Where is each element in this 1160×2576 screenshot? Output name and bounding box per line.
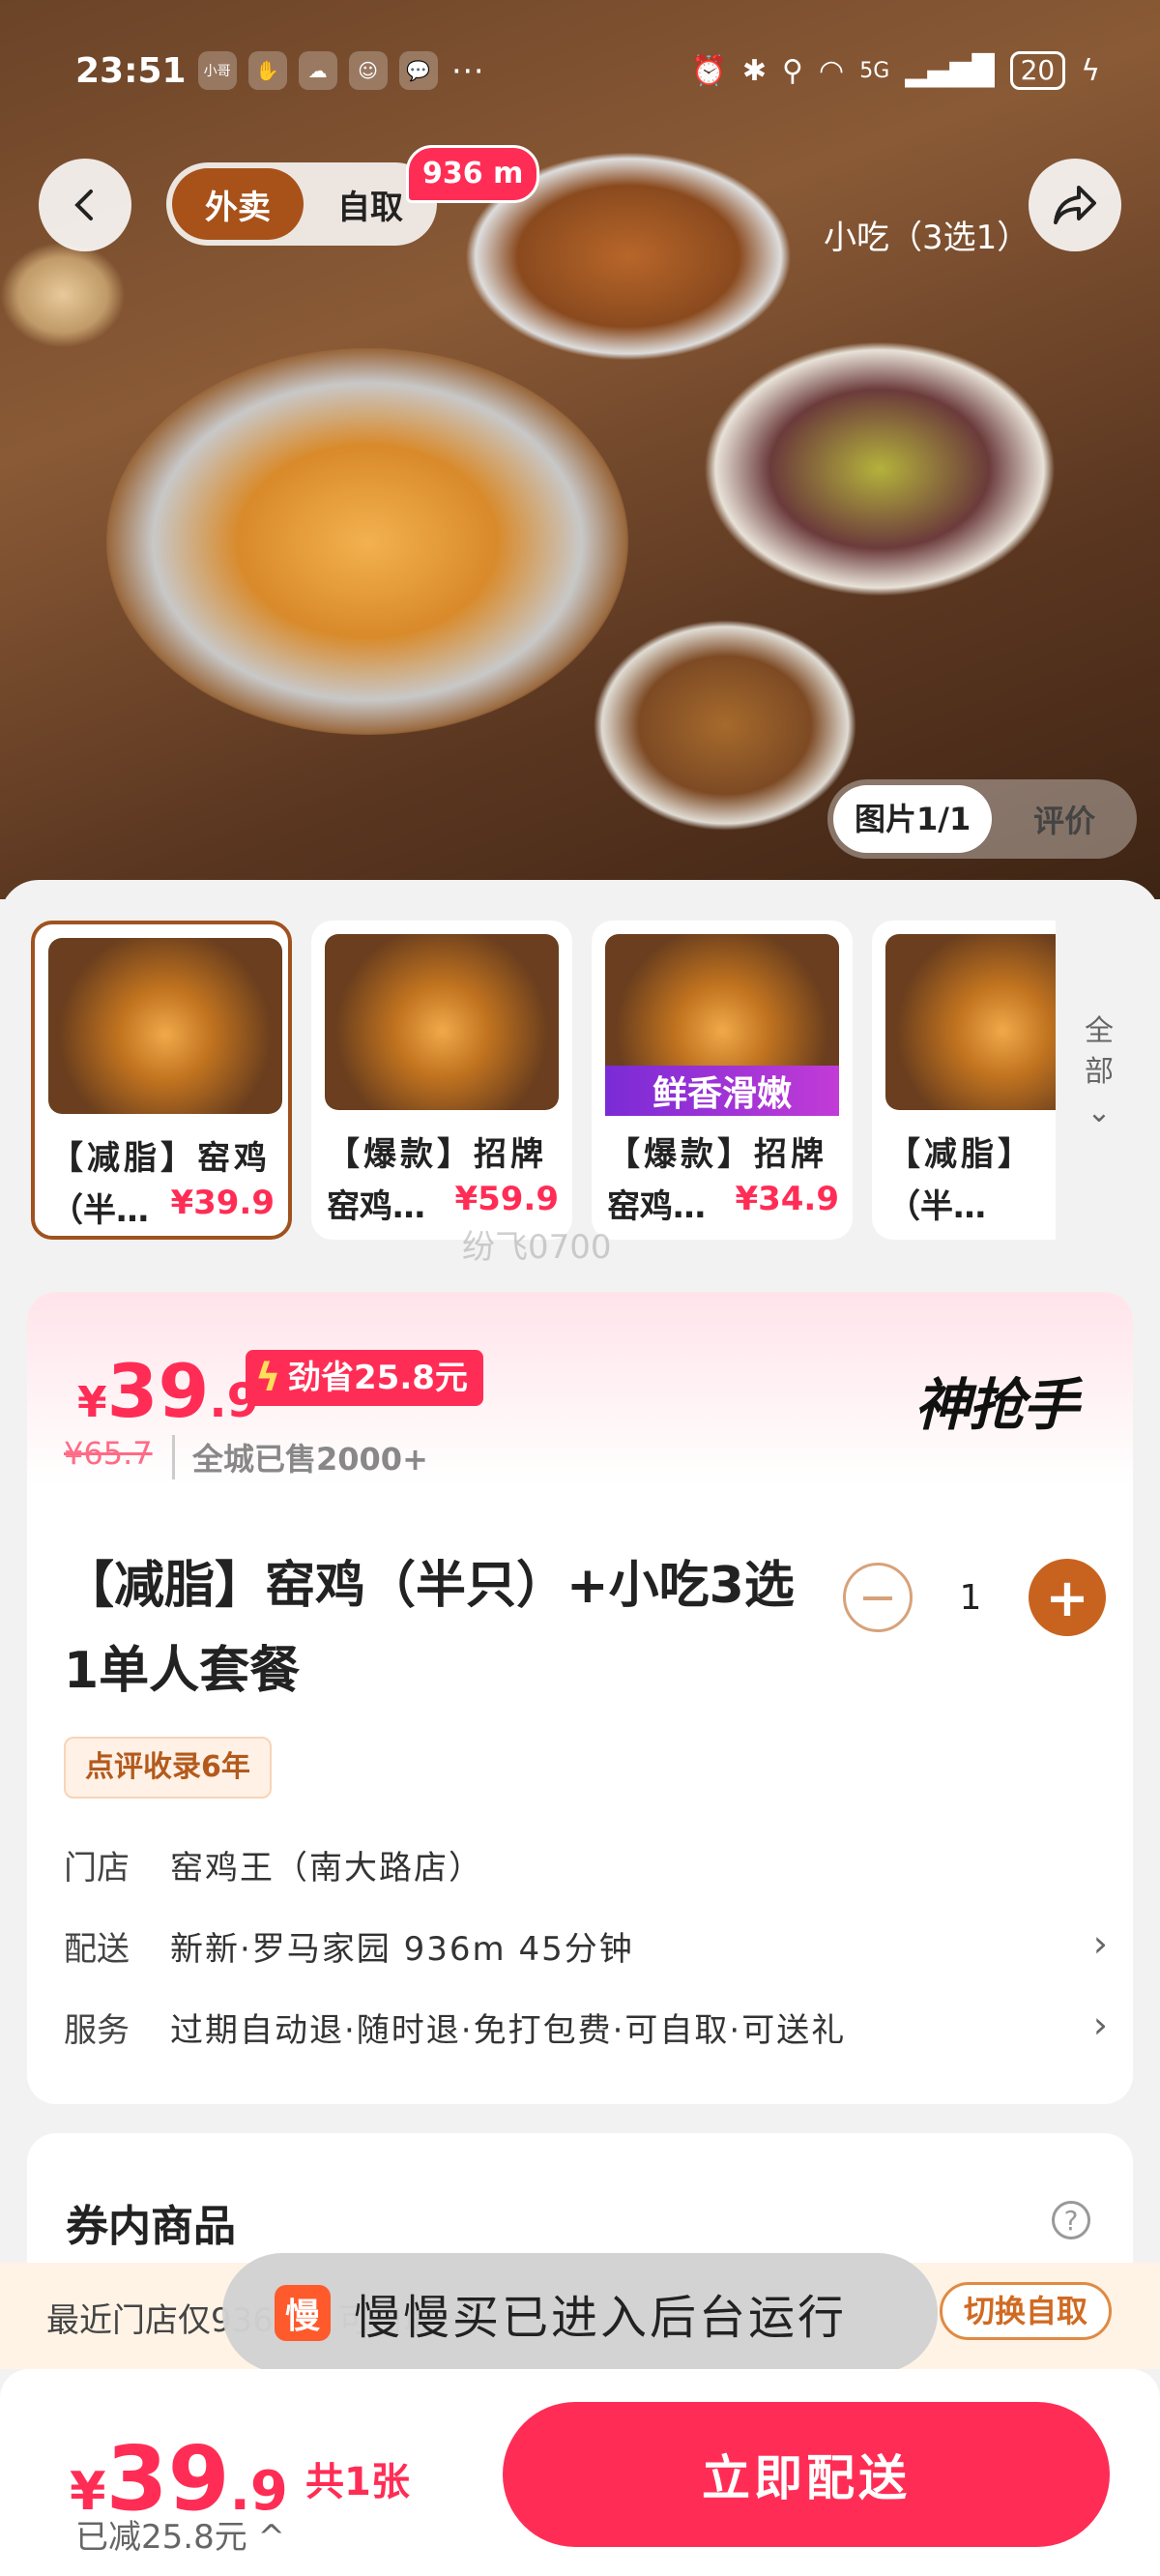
- more-notifications-icon: ⋯: [450, 51, 484, 90]
- store-label: 门店: [64, 1849, 130, 1888]
- toast-text: 慢慢买已进入后台运行: [354, 2291, 848, 2345]
- charging-icon: ϟ: [1081, 53, 1100, 88]
- wifi-icon: ◠: [819, 53, 845, 88]
- thumbnail-item[interactable]: 【减脂】 （半… ¥: [872, 921, 1056, 1240]
- delivery-label: 配送: [64, 1930, 130, 1969]
- thumbnail-subtitle: 窑鸡…: [327, 1187, 425, 1226]
- service-info: 过期自动退·随时退·免打包费·可自取·可送礼: [170, 2011, 847, 2050]
- show-all-button[interactable]: 全 部 ⌄: [1075, 1011, 1123, 1133]
- savings-tag: ϟ 劲省25.8元: [246, 1350, 483, 1406]
- thumbnail-item[interactable]: 【爆款】招牌 窑鸡… ¥59.9: [311, 921, 572, 1240]
- package-thumbnails: 【减脂】窑鸡 （半… ¥39.9 【爆款】招牌 窑鸡… ¥59.9 鲜香滑嫩 【…: [31, 921, 1056, 1249]
- store-name: 窑鸡王（南大路店）: [170, 1849, 483, 1888]
- voucher-count: 共1张: [305, 2460, 410, 2504]
- chevron-right-icon: ›: [1092, 2004, 1108, 2046]
- decrease-button[interactable]: −: [843, 1563, 913, 1632]
- thumbnail-subtitle: （半…: [887, 1187, 986, 1226]
- review-tab[interactable]: 评价: [992, 797, 1137, 841]
- deal-price: ¥39.9: [77, 1348, 259, 1434]
- thumbnail-price: ¥34.9: [735, 1180, 839, 1218]
- quantity-value: 1: [959, 1577, 982, 1618]
- picture-counter[interactable]: 图片1/1: [833, 785, 993, 853]
- thumbnail-title: 【减脂】窑鸡: [50, 1139, 271, 1178]
- increase-button[interactable]: +: [1029, 1559, 1106, 1636]
- thumbnail-image: [48, 938, 282, 1114]
- thumbnail-image: [325, 934, 559, 1110]
- service-label: 服务: [64, 2011, 130, 2050]
- product-hero-image[interactable]: [0, 0, 1160, 899]
- delivery-row[interactable]: 配送 新新·罗马家园 936m 45分钟 ›: [64, 1922, 1108, 1970]
- distance-badge: 936 m: [406, 145, 540, 203]
- thumbnail-price: ¥39.9: [170, 1184, 275, 1222]
- thumbnail-title: 【爆款】招牌: [327, 1135, 547, 1174]
- price-integer: 39: [106, 1348, 210, 1434]
- thumbnail-overlay-text: 鲜香滑嫩: [605, 1066, 839, 1116]
- bluetooth-icon: ✱: [741, 53, 768, 88]
- watermark: 纷飞0700: [462, 1228, 612, 1267]
- background-toast: 慢 慢慢买已进入后台运行: [222, 2253, 938, 2373]
- switch-pickup-button[interactable]: 切换自取: [940, 2282, 1113, 2340]
- thumbnail-item[interactable]: 鲜香滑嫩 【爆款】招牌 窑鸡… ¥34.9: [592, 921, 853, 1240]
- notification-hand-icon: ✋: [247, 51, 287, 90]
- network-type: 5G: [859, 58, 890, 83]
- notification-message-icon: 💬: [398, 51, 438, 90]
- thumbnail-title: 【减脂】: [887, 1135, 1034, 1174]
- review-badge: 点评收录6年: [64, 1737, 272, 1799]
- share-icon: [1054, 186, 1096, 224]
- thumbnail-subtitle: （半…: [50, 1191, 149, 1230]
- notification-assistant-icon: ☺: [348, 51, 388, 90]
- thumbnail-subtitle: 窑鸡…: [607, 1187, 706, 1226]
- show-all-label: 部: [1085, 1055, 1114, 1089]
- delivery-mode-switch: 外卖 自取: [166, 162, 437, 246]
- notification-weather-icon: ☁: [298, 51, 337, 90]
- chevron-right-icon: ›: [1092, 1922, 1108, 1965]
- product-title: 【减脂】窑鸡（半只）+小吃3选1单人套餐: [64, 1557, 795, 1700]
- location-icon: ⚲: [782, 53, 804, 88]
- notification-app-icon: 小哥: [197, 51, 237, 90]
- chevron-left-icon: [74, 190, 93, 220]
- product-card: ¥39.9 ϟ 劲省25.8元 神抢手 ¥65.7 全城已售2000+ 【减脂】…: [27, 1292, 1133, 2104]
- service-row[interactable]: 服务 过期自动退·随时退·免打包费·可自取·可送礼 ›: [64, 2004, 1108, 2051]
- status-time: 23:51: [75, 50, 187, 91]
- savings-text: 劲省25.8元: [288, 1359, 468, 1397]
- tab-delivery[interactable]: 外卖: [172, 168, 304, 240]
- app-logo-icon: 慢: [275, 2285, 331, 2341]
- show-all-label: 全: [1085, 1014, 1114, 1048]
- deliver-now-button[interactable]: 立即配送: [503, 2402, 1110, 2547]
- store-row: 门店 窑鸡王（南大路店）: [64, 1841, 1108, 1888]
- saved-amount-toggle[interactable]: 已减25.8元 ^: [75, 2510, 285, 2558]
- sold-count: 全城已售2000+: [172, 1435, 428, 1479]
- back-button[interactable]: [39, 159, 131, 251]
- thumbnail-image: [885, 934, 1056, 1110]
- quantity-stepper: − 1 +: [843, 1559, 1106, 1636]
- original-price: ¥65.7: [64, 1435, 153, 1472]
- status-bar: 23:51 小哥 ✋ ☁ ☺ 💬 ⋯ ⏰ ✱ ⚲ ◠ 5G ▂▄▆█ 20 ϟ: [75, 46, 1100, 95]
- section-title: 券内商品: [66, 2202, 236, 2251]
- image-caption: 小吃（3选1）: [824, 219, 1030, 257]
- share-button[interactable]: [1029, 159, 1121, 251]
- thumbnail-title: 【爆款】招牌: [607, 1135, 827, 1174]
- battery-level: 20: [1009, 51, 1066, 90]
- thumbnail-item[interactable]: 【减脂】窑鸡 （半… ¥39.9: [31, 921, 292, 1240]
- delivery-info: 新新·罗马家园 936m 45分钟: [170, 1930, 634, 1969]
- help-icon[interactable]: ?: [1052, 2201, 1090, 2239]
- image-review-switch: 图片1/1 评价: [827, 779, 1137, 859]
- brand-logo: 神抢手: [914, 1372, 1079, 1438]
- thumbnail-price: ¥59.9: [454, 1180, 559, 1218]
- lightning-icon: ϟ: [255, 1356, 281, 1400]
- currency-symbol: ¥: [77, 1378, 107, 1427]
- chevron-down-icon: ⌄: [1087, 1096, 1112, 1129]
- signal-icon: ▂▄▆█: [905, 53, 995, 88]
- alarm-icon: ⏰: [690, 53, 727, 88]
